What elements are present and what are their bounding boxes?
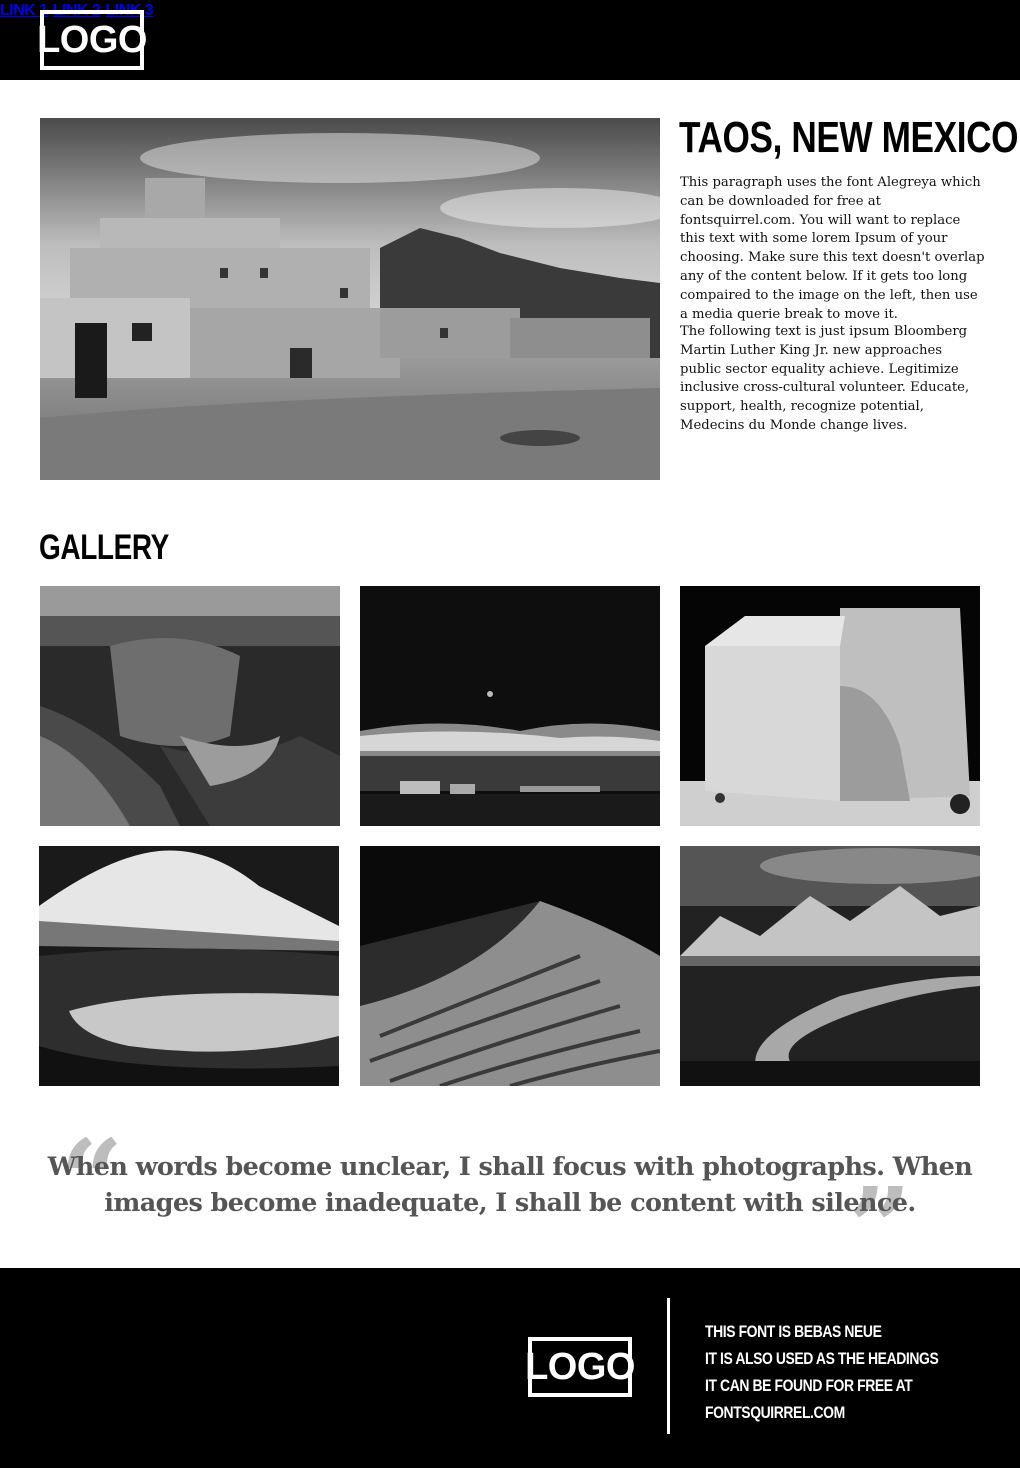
footer-line-4[interactable]: FONTSQUIRREL.COM	[705, 1399, 938, 1426]
footer-info: THIS FONT IS BEBAS NEUE IT IS ALSO USED …	[705, 1318, 990, 1426]
footer-line-3: IT CAN BE FOUND FOR FREE AT	[705, 1376, 913, 1395]
footer-line-1: THIS FONT IS BEBAS NEUE	[705, 1322, 882, 1341]
gallery-image-mountain-lake[interactable]	[39, 846, 339, 1086]
footer-logo[interactable]: LOGO	[525, 1337, 635, 1397]
hero-image	[40, 118, 660, 480]
gallery-heading: GALLERY	[39, 528, 169, 567]
intro-paragraph: This paragraph uses the font Alegreya wh…	[680, 175, 985, 322]
gallery-image-church[interactable]	[680, 586, 980, 826]
site-header: LOGO LINK 1 LINK 2 LINK 3	[0, 0, 1020, 80]
footer-divider	[667, 1298, 670, 1434]
gallery-image-river[interactable]	[680, 846, 980, 1086]
gallery-image-dunes[interactable]	[360, 846, 660, 1086]
gallery-image-canyon[interactable]	[40, 586, 340, 826]
site-footer: LOGO THIS FONT IS BEBAS NEUE IT IS ALSO …	[0, 1268, 1020, 1468]
footer-line-2: IT IS ALSO USED AS THE HEADINGS	[705, 1349, 939, 1368]
gallery-image-moonrise[interactable]	[360, 586, 660, 826]
quote-block: “ ” When words become unclear, I shall f…	[0, 1125, 1020, 1283]
header-logo[interactable]: LOGO	[37, 10, 147, 70]
page-title: TAOS, NEW MEXICO	[679, 113, 1019, 162]
quote-text: When words become unclear, I shall focus…	[47, 1152, 973, 1218]
main-nav: LINK 1 LINK 2 LINK 3	[0, 0, 1020, 20]
secondary-paragraph: The following text is just ipsum Bloombe…	[680, 324, 970, 433]
